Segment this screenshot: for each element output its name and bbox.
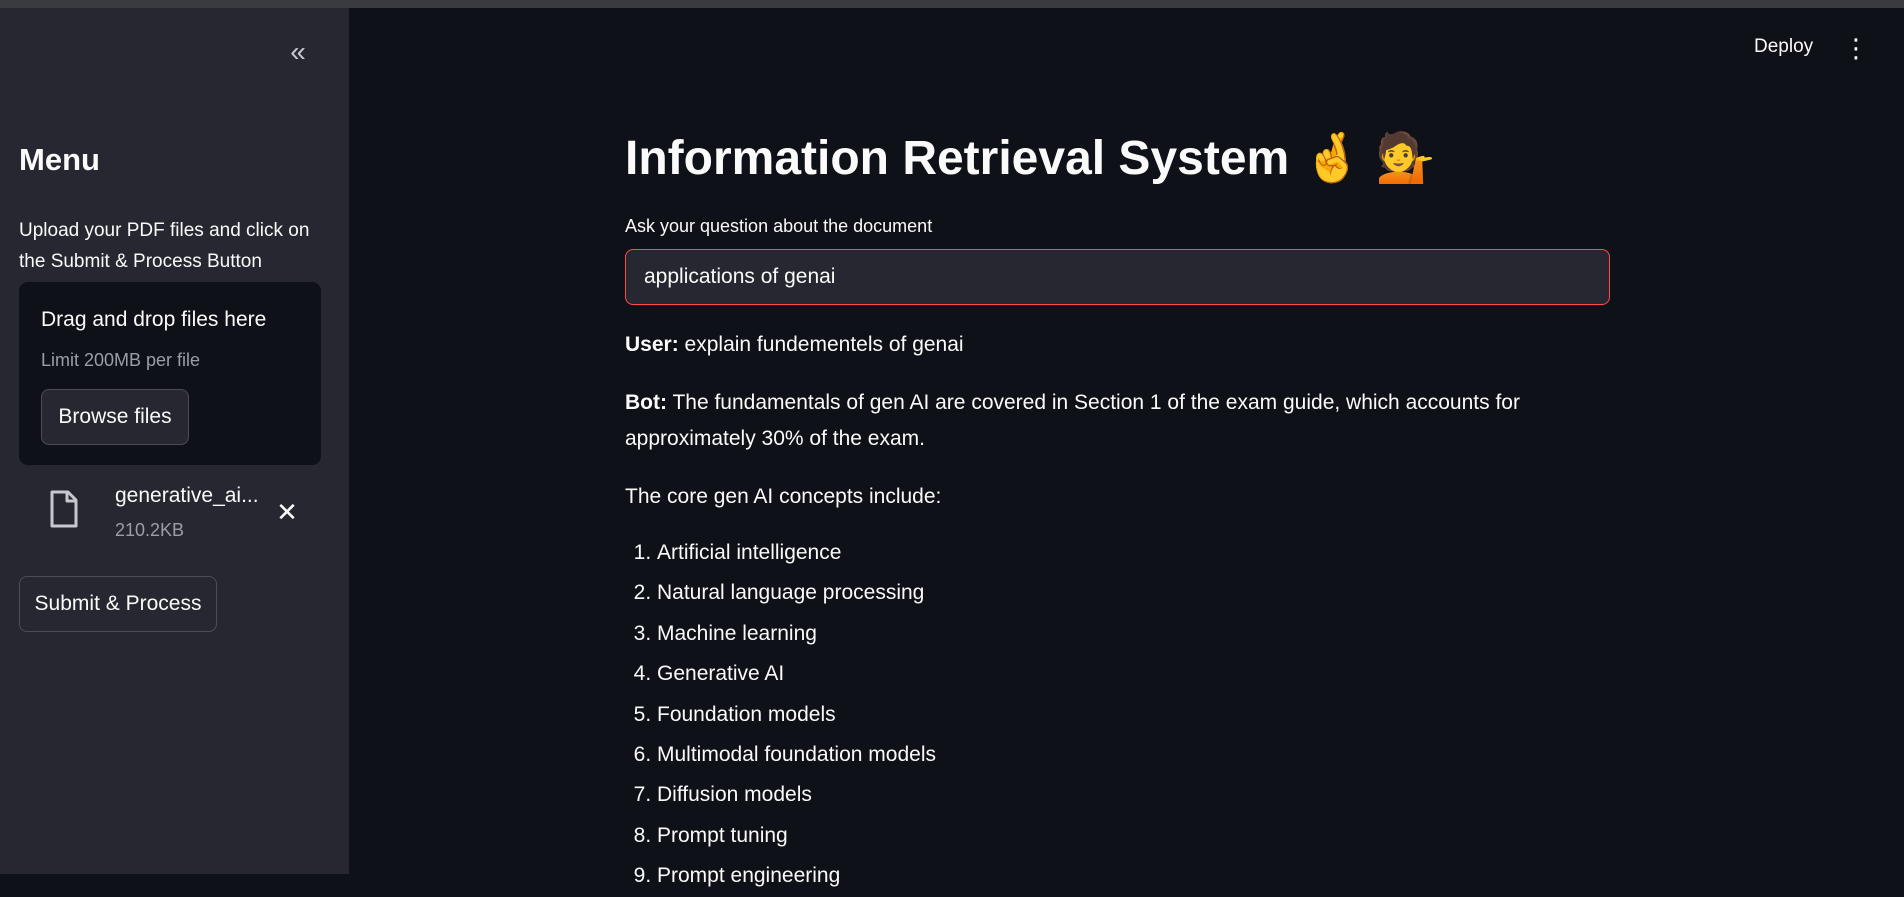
bot-message: Bot: The fundamentals of gen AI are cove… (625, 385, 1610, 457)
upload-description: Upload your PDF files and click on the S… (19, 220, 310, 272)
list-item: Generative AI (657, 654, 1610, 694)
list-item: Prompt engineering (657, 856, 1610, 896)
bot-message-text: The fundamentals of gen AI are covered i… (625, 391, 1520, 450)
list-item: Multimodal foundation models (657, 735, 1610, 775)
uploaded-file: generative_ai... 210.2KB ✕ (19, 478, 321, 544)
list-item: Diffusion models (657, 775, 1610, 815)
list-item: Foundation models (657, 695, 1610, 735)
file-name: generative_ai... (115, 484, 259, 507)
chat-history: User: explain fundementels of genai Bot:… (625, 327, 1610, 897)
bot-prefix: Bot: (625, 391, 667, 414)
close-icon[interactable]: ✕ (273, 498, 301, 526)
file-icon (50, 490, 78, 528)
file-size: 210.2KB (115, 520, 185, 540)
user-message-text: explain fundementels of genai (684, 333, 964, 356)
dropzone-title: Drag and drop files here (41, 308, 267, 331)
question-label: Ask your question about the document (625, 216, 933, 236)
list-item: Artificial intelligence (657, 533, 1610, 573)
sidebar: « Menu Upload your PDF files and click o… (0, 8, 349, 874)
window-top-strip (0, 0, 1904, 8)
list-intro: The core gen AI concepts include: (625, 485, 942, 508)
list-item: Machine learning (657, 614, 1610, 654)
collapse-sidebar-icon[interactable]: « (282, 36, 314, 68)
user-message: User: explain fundementels of genai (625, 327, 1610, 363)
user-prefix: User: (625, 333, 679, 356)
submit-process-button[interactable]: Submit & Process (19, 576, 217, 632)
list-item: Prompt tuning (657, 816, 1610, 856)
concept-list: Artificial intelligence Natural language… (657, 533, 1610, 897)
page-title: Information Retrieval System 🤞 💁 (625, 132, 1436, 185)
sidebar-title: Menu (19, 142, 100, 177)
dropzone-limit: Limit 200MB per file (41, 350, 201, 370)
main-content: Information Retrieval System 🤞 💁 Ask you… (625, 120, 1610, 897)
deploy-button[interactable]: Deploy (1754, 36, 1813, 58)
browse-files-button[interactable]: Browse files (41, 389, 189, 445)
list-item: Natural language processing (657, 573, 1610, 613)
main-menu-icon[interactable]: ⋮ (1843, 32, 1869, 64)
question-input[interactable] (625, 249, 1610, 305)
file-dropzone[interactable]: Drag and drop files here Limit 200MB per… (19, 282, 321, 465)
